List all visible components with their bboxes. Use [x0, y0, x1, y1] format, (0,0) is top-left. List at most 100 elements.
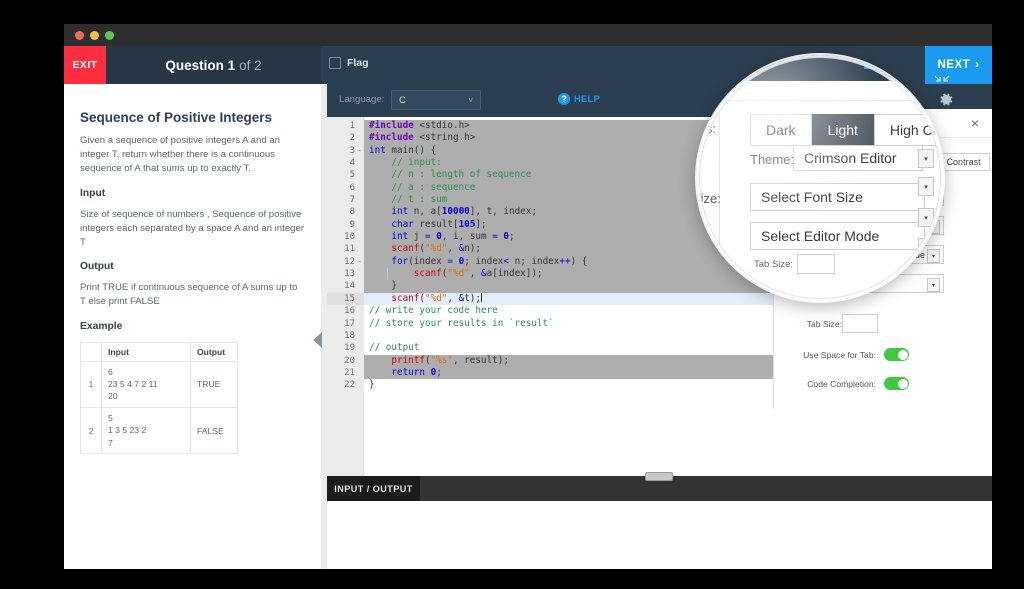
close-icon[interactable]: × — [968, 116, 982, 130]
tab-size-row: Tab Size: — [780, 314, 878, 333]
help-button[interactable]: ? HELP — [558, 93, 600, 105]
fold-toggle[interactable]: - — [356, 145, 363, 157]
table-row: 251 3 5 23 2 7 FALSE — [80, 406, 238, 455]
code-text: // n : length of sequence — [391, 169, 532, 181]
input-text: Size of sequence of numbers , Sequence o… — [80, 208, 305, 248]
exit-button[interactable]: EXIT — [64, 46, 106, 84]
magnified-brightness-option-light[interactable]: Light — [811, 114, 874, 146]
chevron-right-icon: › — [914, 55, 919, 64]
maximize-window-button[interactable] — [105, 31, 114, 40]
code-text: // t : sum — [391, 194, 448, 206]
code-completion-label: Code Completion: — [807, 378, 876, 389]
toggle-knob — [897, 349, 908, 360]
magnified-dialog-divider — [719, 100, 943, 101]
code-completion-toggle[interactable] — [884, 377, 909, 390]
output-text: Print TRUE if continuous sequence of A s… — [80, 282, 298, 308]
use-space-for-tab-row: Use Space for Tab: — [780, 348, 909, 361]
line-number: 15 — [344, 293, 355, 304]
help-label: HELP — [574, 94, 600, 104]
use-space-for-tab-label: Use Space for Tab: — [803, 349, 876, 360]
code-text: } — [369, 379, 375, 391]
magnified-brightness-option-dark[interactable]: Dark — [750, 114, 812, 146]
cell-input: 6 23 5 4 7 2 11 20 — [101, 360, 191, 408]
cell-index: 2 — [80, 406, 102, 455]
line-number: 4 — [349, 158, 355, 169]
code-text: int n, a[10000], t, index; — [391, 206, 537, 218]
select-arrow-icon: ▾ — [918, 238, 934, 257]
line-number: 13 — [344, 269, 355, 280]
line-number: 2 — [349, 133, 355, 144]
magnified-theme-label: Theme: — [750, 152, 795, 167]
language-label: Language: — [339, 94, 385, 105]
line-number: 12 — [344, 256, 355, 267]
flag-label: Flag — [347, 57, 369, 69]
table-row: 1 6 23 5 4 7 2 11 20 TRUE — [80, 360, 238, 408]
magnified-collapse-fullscreen-icon[interactable] — [940, 55, 943, 66]
language-select-value: C — [399, 94, 406, 106]
toggle-knob — [897, 378, 908, 389]
chevron-right-icon: › — [975, 59, 980, 71]
code-text: scanf("%d", &t); — [391, 292, 482, 304]
tab-input-output[interactable]: INPUT / OUTPUT — [327, 476, 420, 501]
line-number: 22 — [344, 380, 355, 391]
code-text: // store your results in `result` — [369, 317, 554, 329]
input-heading: Input — [80, 187, 106, 199]
close-window-button[interactable] — [75, 31, 84, 40]
line-number: 19 — [344, 343, 355, 354]
code-text: int j = 0, i, sum = 0; — [391, 231, 515, 243]
code-text: scanf("%d", &a[index]); — [413, 268, 543, 280]
code-text: // input: — [391, 157, 442, 169]
magnified-next-label: NEXT — [881, 55, 911, 64]
use-space-for-tab-toggle[interactable] — [884, 348, 909, 361]
magnified-font-size-label: Size: — [697, 191, 721, 206]
flag-checkbox-box[interactable] — [329, 57, 341, 69]
line-number: 17 — [344, 318, 355, 329]
flag-checkbox[interactable]: Flag — [329, 57, 369, 69]
code-text: #include <stdio.h> — [369, 120, 470, 131]
cell-output: TRUE — [190, 360, 238, 408]
code-text: // write your code here — [369, 305, 498, 317]
code-text: // output — [369, 342, 420, 354]
line-number: 8 — [349, 207, 355, 218]
minimize-window-button[interactable] — [90, 31, 99, 40]
table-header-row: Input Output — [80, 341, 238, 362]
tab-size-input[interactable] — [842, 314, 878, 333]
magnified-next-button[interactable]: NEXT › — [864, 55, 936, 69]
tab-input-output-label: INPUT / OUTPUT — [334, 483, 413, 494]
io-panel-bar: INPUT / OUTPUT — [327, 472, 992, 501]
question-suffix: of 2 — [239, 57, 262, 73]
code-text: #include <string.h> — [369, 132, 476, 144]
magnified-close-icon[interactable]: × — [915, 83, 925, 100]
code-text: printf("%s", result); — [391, 354, 509, 366]
line-number: 16 — [344, 306, 355, 317]
select-arrow-icon: ▾ — [918, 149, 934, 168]
magnified-theme-value: Crimson Editor — [804, 150, 897, 166]
tab-size-label: Tab Size: — [806, 318, 842, 329]
cell-input: 51 3 5 23 27 — [101, 406, 191, 455]
problem-description: Given a sequence of positive integers A … — [80, 135, 281, 175]
magnified-tab-size-input[interactable] — [797, 254, 835, 274]
io-panel-resize-grip[interactable] — [645, 472, 673, 481]
magnified-header-bg — [697, 55, 771, 69]
magnifier-content: NEXT › RESET × ness: Dark — [697, 55, 943, 301]
code-text: for(index = 0; index< n; index++) { — [391, 255, 588, 267]
question-mark-icon: ? — [558, 93, 570, 105]
indent-guide — [387, 268, 388, 281]
magnified-font-size-value: Select Font Size — [761, 189, 863, 205]
magnified-editor-mode-select[interactable]: Select Editor Mode — [750, 222, 925, 250]
page-title: Question 1 of 2 — [106, 46, 321, 84]
magnified-font-size-select[interactable]: Select Font Size — [750, 183, 925, 211]
magnified-brightness-option-high-contrast[interactable]: High Contrast — [873, 114, 943, 146]
magnified-theme-select[interactable]: Crimson Editor — [793, 145, 923, 171]
code-text: // a : sequence — [391, 181, 476, 193]
language-select[interactable]: C ˅ — [391, 90, 481, 110]
line-number: 11 — [344, 244, 355, 255]
fold-toggle[interactable]: - — [356, 256, 363, 268]
magnified-brightness-segmented-control[interactable]: Dark Light High Contrast — [750, 114, 943, 146]
problem-title: Sequence of Positive Integers — [80, 110, 273, 125]
magnified-tab-size-label: Tab Size: — [754, 259, 794, 270]
exit-button-label: EXIT — [72, 59, 98, 71]
collapse-left-pane-handle[interactable] — [313, 332, 322, 348]
magnifier-lens: NEXT › RESET × ness: Dark — [697, 55, 943, 301]
col-header-index — [80, 341, 102, 362]
